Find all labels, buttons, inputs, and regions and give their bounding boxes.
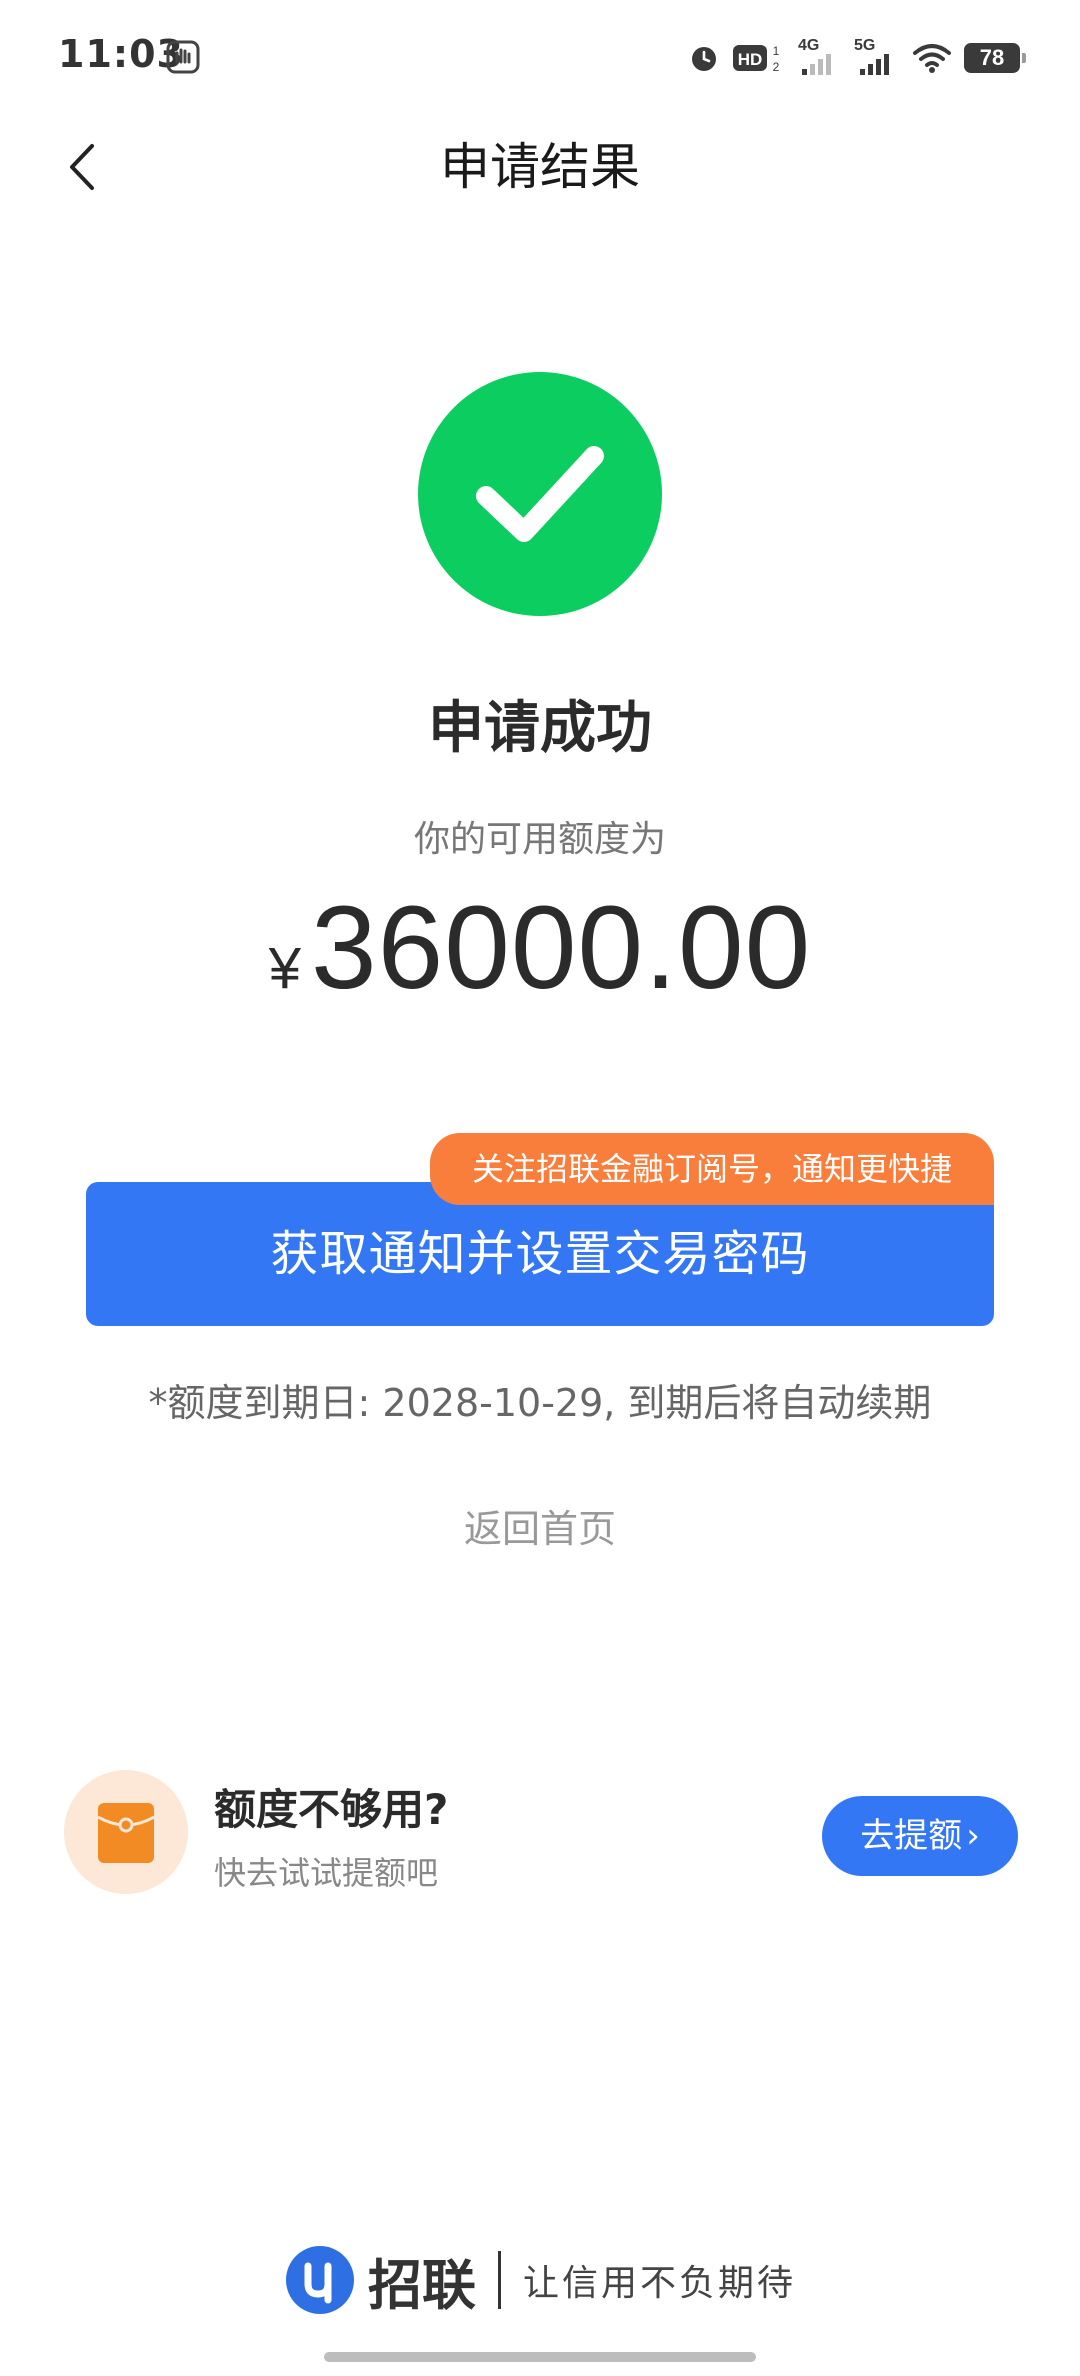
signal-bars-icon bbox=[802, 54, 831, 75]
signal-5g: 5G bbox=[852, 37, 900, 77]
card-title: 额度不够用? bbox=[214, 1785, 449, 1834]
brand-logo-icon bbox=[285, 2246, 354, 2314]
amount-row: ¥36000.00 bbox=[0, 880, 1080, 1016]
home-indicator[interactable] bbox=[324, 2352, 756, 2362]
alarm-icon bbox=[692, 47, 716, 71]
brand-name: 招联 bbox=[367, 2253, 476, 2317]
expiry-note: *额度到期日: 2028-10-29, 到期后将自动续期 bbox=[148, 1381, 932, 1425]
brand-slogan: 让信用不负期待 bbox=[522, 2263, 796, 2304]
page-title: 申请结果 bbox=[440, 138, 640, 196]
increase-limit-card: 额度不够用? 快去试试提额吧 去提额 › bbox=[60, 1770, 1020, 1900]
signal-bars-icon bbox=[860, 54, 889, 75]
app-notification-icon bbox=[166, 40, 200, 74]
chevron-right-icon: › bbox=[966, 1816, 980, 1856]
status-bar: 11:03 HD 1 2 4G 5G 78 bbox=[0, 0, 1080, 110]
svg-text:HD: HD bbox=[738, 50, 763, 69]
status-indicators: HD 1 2 4G 5G 78 bbox=[688, 36, 1026, 80]
result-title: 申请成功 bbox=[428, 696, 652, 761]
header: 申请结果 bbox=[0, 110, 1080, 220]
limit-label: 你的可用额度为 bbox=[413, 819, 666, 860]
card-subtitle: 快去试试提额吧 bbox=[214, 1854, 439, 1892]
increase-limit-label: 去提额 bbox=[860, 1816, 963, 1856]
back-home-link[interactable]: 返回首页 bbox=[0, 1498, 1080, 1553]
red-envelope-icon bbox=[64, 1770, 188, 1894]
signal-4g: 4G bbox=[796, 37, 840, 77]
svg-text:1: 1 bbox=[773, 44, 780, 58]
brand-divider bbox=[497, 2251, 501, 2309]
wifi-icon bbox=[913, 44, 951, 73]
battery-indicator: 78 bbox=[964, 43, 1026, 73]
success-check-icon bbox=[418, 372, 662, 616]
svg-text:2: 2 bbox=[773, 60, 780, 74]
subscribe-promo-tag[interactable]: 关注招联金融订阅号，通知更快捷 bbox=[430, 1133, 994, 1205]
increase-limit-button[interactable]: 去提额 › bbox=[822, 1796, 1018, 1876]
currency-symbol: ¥ bbox=[268, 936, 302, 1001]
credit-amount: 36000.00 bbox=[311, 882, 812, 1014]
brand-footer: 招联 让信用不负期待 bbox=[0, 2240, 1080, 2320]
hd-icon: HD 1 2 bbox=[733, 44, 780, 74]
